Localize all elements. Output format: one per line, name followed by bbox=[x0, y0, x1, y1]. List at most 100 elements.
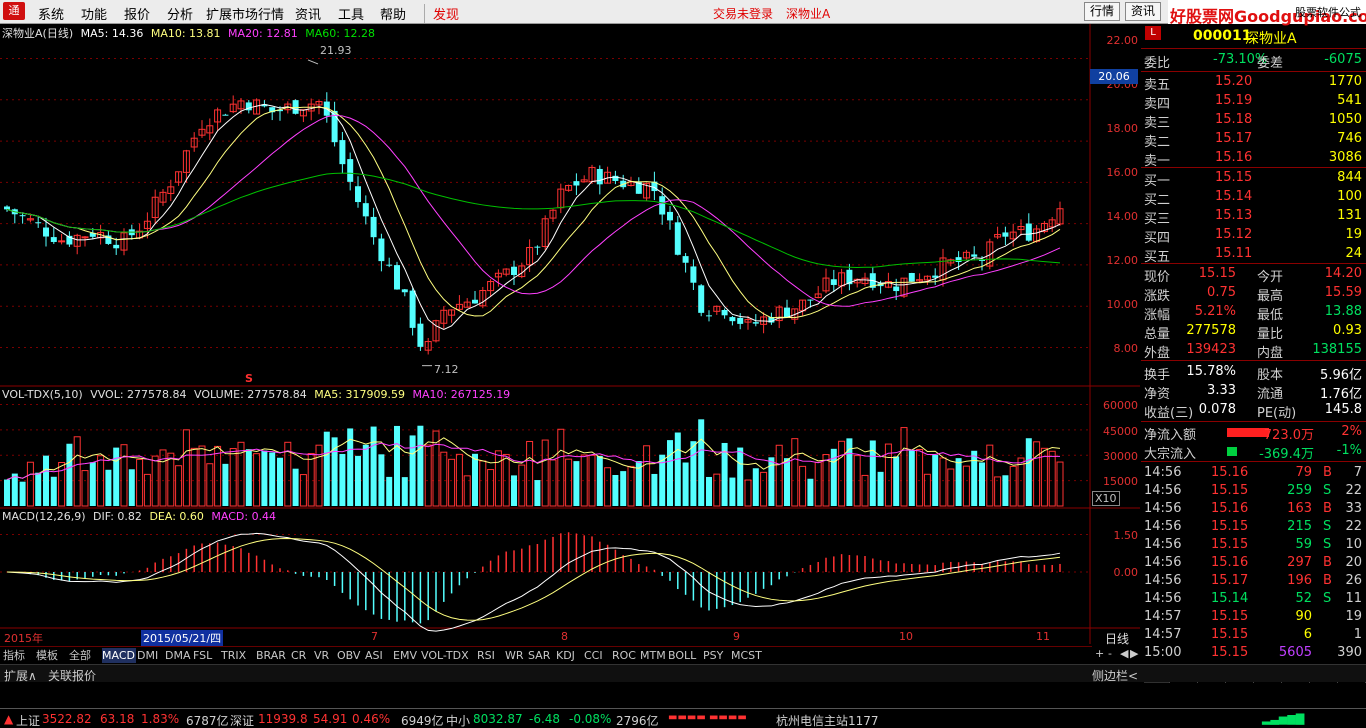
sme-index-label[interactable]: 中小 bbox=[446, 712, 470, 728]
vol-axis-label: 15000 bbox=[1103, 475, 1138, 488]
sz-index-label[interactable]: 深证 bbox=[230, 712, 254, 728]
menu-news[interactable]: 资讯 bbox=[295, 4, 321, 23]
indicator-tab[interactable]: CR bbox=[291, 648, 313, 663]
indicator-tab[interactable]: CCI bbox=[584, 648, 611, 663]
tick-row[interactable]: 14:56 15.14 52 S 11 bbox=[1141, 591, 1366, 609]
order-row[interactable]: 买三 15.13 131 bbox=[1141, 208, 1366, 227]
tick-row[interactable]: 14:56 15.15 59 S 10 bbox=[1141, 537, 1366, 555]
indicator-tab[interactable]: MTM bbox=[640, 648, 667, 663]
tick-row[interactable]: 15:00 15.15 5605 390 bbox=[1141, 645, 1366, 663]
scroll-right-icon[interactable]: ▶ bbox=[1130, 647, 1138, 660]
indicator-tab[interactable]: OBV bbox=[337, 648, 364, 663]
menu-help[interactable]: 帮助 bbox=[380, 4, 406, 23]
indicator-tab[interactable]: MCST bbox=[731, 648, 765, 663]
indicator-tab[interactable]: KDJ bbox=[556, 648, 583, 663]
volume-bar bbox=[167, 452, 175, 507]
site-watermark-sub: 股票软件公式 bbox=[1295, 6, 1361, 19]
indicator-tab[interactable]: 模板 bbox=[36, 648, 68, 663]
indicator-tab[interactable]: ASI bbox=[365, 648, 392, 663]
kline-chart-svg[interactable] bbox=[0, 24, 1140, 644]
indicator-tab[interactable]: RSI bbox=[477, 648, 504, 663]
stat-label: 净资 bbox=[1144, 387, 1171, 402]
indicator-tab[interactable]: PSY bbox=[703, 648, 730, 663]
tick-count: 390 bbox=[1337, 645, 1362, 660]
indicator-tab[interactable]: MACD bbox=[102, 648, 136, 663]
tick-row[interactable]: 14:56 15.16 163 B 33 bbox=[1141, 501, 1366, 519]
sidebar-toggle[interactable]: 侧边栏< bbox=[1092, 667, 1138, 684]
kline-chart-area[interactable]: 深物业A(日线) MA5: 14.36 MA10: 13.81 MA20: 12… bbox=[0, 24, 1140, 646]
indicator-tab[interactable]: EMV bbox=[393, 648, 420, 663]
tick-row[interactable]: 14:56 15.16 297 B 20 bbox=[1141, 555, 1366, 573]
indicator-tab[interactable]: 指标 bbox=[3, 648, 35, 663]
volume-bar bbox=[26, 461, 34, 507]
volume-legend-value: VOLUME: 277578.84 bbox=[194, 388, 307, 401]
volume-bar bbox=[784, 458, 790, 506]
vvol-legend: VVOL: 277578.84 bbox=[90, 388, 187, 401]
volume-bar bbox=[143, 473, 151, 507]
candle-body bbox=[58, 240, 66, 243]
order-row[interactable]: 卖三 15.18 1050 bbox=[1141, 112, 1366, 131]
app-logo-icon[interactable]: 通 bbox=[3, 2, 25, 20]
order-row[interactable]: 卖四 15.19 541 bbox=[1141, 93, 1366, 112]
order-volume: 131 bbox=[1337, 208, 1362, 223]
flow-bar bbox=[1227, 447, 1237, 456]
indicator-tab[interactable]: BOLL bbox=[668, 648, 702, 663]
info-button[interactable]: 资讯 bbox=[1125, 2, 1161, 21]
indicator-tab[interactable]: TRIX bbox=[221, 648, 255, 663]
zoom-out-icon[interactable]: - bbox=[1108, 647, 1112, 660]
order-row[interactable]: 卖二 15.17 746 bbox=[1141, 131, 1366, 150]
related-quotes-tab[interactable]: 关联报价 bbox=[48, 667, 96, 684]
indicator-tab[interactable]: ROC bbox=[612, 648, 639, 663]
period-label[interactable]: 日线 bbox=[1094, 630, 1140, 646]
indicator-tab[interactable]: WR bbox=[505, 648, 527, 663]
volume-bar bbox=[378, 454, 385, 506]
scroll-left-icon[interactable]: ◀ bbox=[1120, 647, 1128, 660]
order-row[interactable]: 卖一 15.16 3086 bbox=[1141, 150, 1366, 169]
sh-index-label[interactable]: 上证 bbox=[16, 712, 40, 728]
tick-row[interactable]: 14:56 15.15 259 S 22 bbox=[1141, 483, 1366, 501]
sz-index-pct: 0.46% bbox=[352, 712, 391, 726]
order-row[interactable]: 买四 15.12 19 bbox=[1141, 227, 1366, 246]
indicator-tab[interactable]: 全部 bbox=[69, 648, 101, 663]
indicator-tab[interactable]: VOL-TDX bbox=[421, 648, 476, 663]
order-row[interactable]: 买二 15.14 100 bbox=[1141, 189, 1366, 208]
tick-row[interactable]: 14:57 15.15 90 19 bbox=[1141, 609, 1366, 627]
menu-function[interactable]: 功能 bbox=[81, 4, 107, 23]
divider bbox=[1141, 461, 1366, 462]
tick-row[interactable]: 14:56 15.15 215 S 22 bbox=[1141, 519, 1366, 537]
quote-button[interactable]: 行情 bbox=[1084, 2, 1120, 21]
order-row[interactable]: 买一 15.15 844 bbox=[1141, 170, 1366, 189]
candle-body bbox=[4, 206, 10, 210]
volume-bar bbox=[1002, 475, 1009, 506]
stock-name: 深物业A bbox=[1245, 31, 1297, 47]
candle-body bbox=[511, 266, 517, 276]
indicator-tab[interactable]: DMI bbox=[137, 648, 164, 663]
order-row[interactable]: 卖五 15.20 1770 bbox=[1141, 74, 1366, 93]
indicator-tab[interactable]: VR bbox=[314, 648, 336, 663]
indicator-tab[interactable]: BRAR bbox=[256, 648, 290, 663]
indicator-tab[interactable]: DMA bbox=[165, 648, 192, 663]
tick-row[interactable]: 14:56 15.16 79 B 7 bbox=[1141, 465, 1366, 483]
volume-bar bbox=[479, 460, 487, 507]
candle-body bbox=[721, 309, 728, 316]
volume-bar bbox=[229, 448, 237, 507]
tick-row[interactable]: 14:57 15.15 6 1 bbox=[1141, 627, 1366, 645]
menu-discover[interactable]: 发现 bbox=[424, 4, 459, 23]
volume-bar bbox=[1033, 441, 1041, 507]
order-row[interactable]: 买五 15.11 24 bbox=[1141, 246, 1366, 265]
indicator-tab[interactable]: SAR bbox=[528, 648, 555, 663]
indicator-tab[interactable]: FSL bbox=[193, 648, 220, 663]
menu-quote[interactable]: 报价 bbox=[124, 4, 150, 23]
tick-row[interactable]: 14:56 15.17 196 B 26 bbox=[1141, 573, 1366, 591]
menu-system[interactable]: 系统 bbox=[38, 4, 64, 23]
extend-toggle[interactable]: 扩展∧ bbox=[4, 667, 37, 684]
server-info[interactable]: 杭州电信主站1177 bbox=[776, 712, 879, 728]
vol-unit-label: X10 bbox=[1092, 491, 1120, 506]
menu-tools[interactable]: 工具 bbox=[338, 4, 364, 23]
tick-count: 26 bbox=[1345, 573, 1362, 588]
zoom-in-icon[interactable]: + bbox=[1095, 647, 1104, 660]
trade-status[interactable]: 交易未登录 bbox=[713, 5, 773, 22]
menu-analysis[interactable]: 分析 bbox=[167, 4, 193, 23]
volume-bar bbox=[362, 444, 369, 506]
menu-ext-market[interactable]: 扩展市场行情 bbox=[206, 4, 284, 23]
